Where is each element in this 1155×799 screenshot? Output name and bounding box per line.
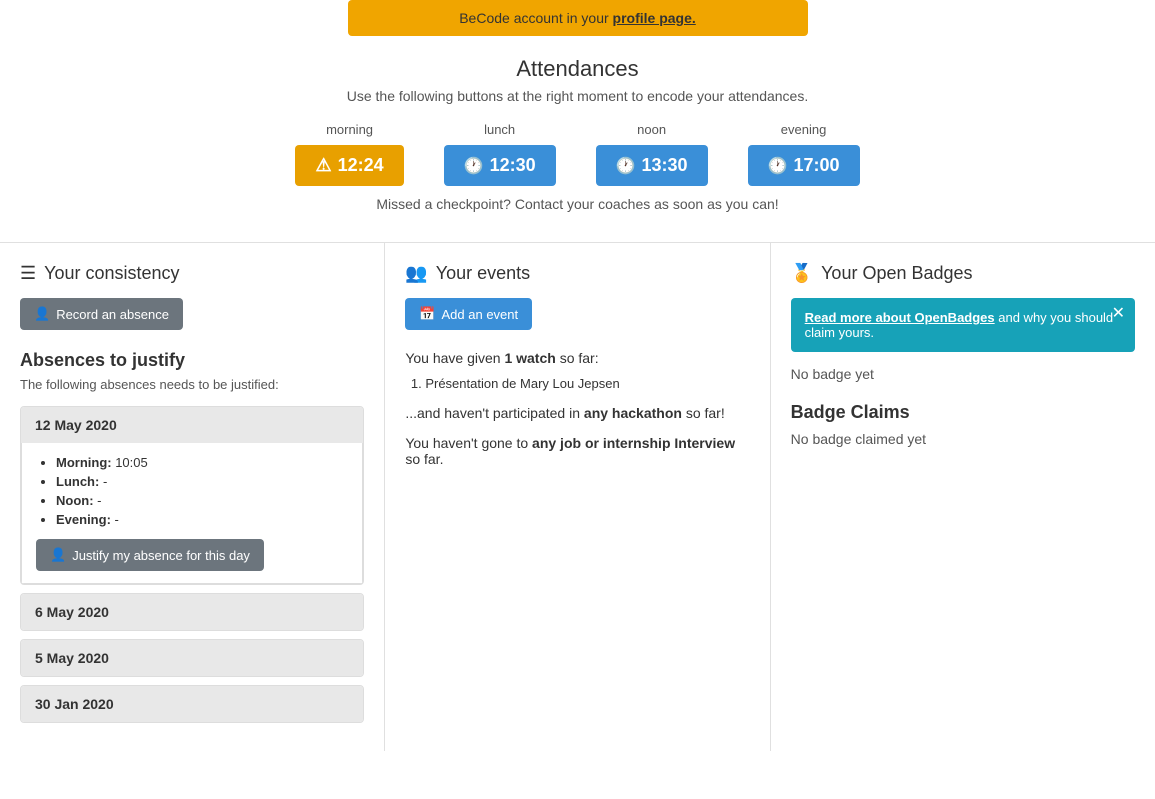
absence-date-30jan: 30 Jan 2020 bbox=[21, 686, 363, 722]
absence-card-6may: 6 May 2020 bbox=[20, 593, 364, 631]
open-badges-column: Your Open Badges Read more about OpenBad… bbox=[771, 243, 1155, 751]
badge-icon bbox=[791, 263, 813, 284]
absence-detail-12may: Morning: 10:05 Lunch: - Noon: - Evening:… bbox=[21, 443, 363, 584]
absence-card-30jan: 30 Jan 2020 bbox=[20, 685, 364, 723]
profile-link[interactable]: profile page. bbox=[613, 10, 696, 26]
absence-noon: Noon: - bbox=[56, 493, 348, 508]
banner-text: BeCode account in your bbox=[459, 10, 612, 26]
checkpoint-lunch-label: lunch bbox=[484, 122, 515, 137]
absence-date-5may: 5 May 2020 bbox=[21, 640, 363, 676]
badge-alert-box: Read more about OpenBadges and why you s… bbox=[791, 298, 1135, 352]
openbadges-link[interactable]: Read more about OpenBadges bbox=[805, 310, 995, 325]
missed-checkpoint-text: Missed a checkpoint? Contact your coache… bbox=[0, 196, 1155, 212]
checkpoint-evening: evening 17:00 bbox=[748, 122, 860, 186]
badge-claims-heading: Badge Claims bbox=[791, 402, 1135, 423]
absence-morning: Morning: 10:05 bbox=[56, 455, 348, 470]
consistency-column: Your consistency Record an absence Absen… bbox=[0, 243, 385, 751]
noon-button[interactable]: 13:30 bbox=[596, 145, 708, 186]
absences-heading: Absences to justify bbox=[20, 350, 364, 371]
attendances-title: Attendances bbox=[0, 56, 1155, 82]
user-icon-justify bbox=[50, 547, 66, 563]
lunch-time: 12:30 bbox=[490, 155, 536, 176]
close-alert-button[interactable]: ✕ bbox=[1112, 306, 1125, 322]
no-job-text: You haven't gone to any job or internshi… bbox=[405, 435, 749, 467]
events-heading: Your events bbox=[405, 263, 749, 284]
absence-card-12may: 12 May 2020 Morning: 10:05 Lunch: - Noon… bbox=[20, 406, 364, 585]
no-hackathon-text: ...and haven't participated in any hacka… bbox=[405, 405, 749, 421]
top-banner: BeCode account in your profile page. bbox=[348, 0, 808, 36]
consistency-heading: Your consistency bbox=[20, 263, 364, 284]
no-claimed-text: No badge claimed yet bbox=[791, 431, 1135, 447]
presentations-list: Présentation de Mary Lou Jepsen bbox=[425, 376, 749, 391]
lunch-button[interactable]: 12:30 bbox=[444, 145, 556, 186]
clock-icon-noon bbox=[616, 155, 636, 176]
checkpoint-noon-label: noon bbox=[637, 122, 666, 137]
open-badges-heading: Your Open Badges bbox=[791, 263, 1135, 284]
absence-date-6may: 6 May 2020 bbox=[21, 594, 363, 630]
list-icon bbox=[20, 263, 36, 284]
warning-icon bbox=[315, 155, 331, 176]
attendances-description: Use the following buttons at the right m… bbox=[0, 88, 1155, 104]
absence-date-12may: 12 May 2020 bbox=[21, 407, 363, 443]
presentation-item: Présentation de Mary Lou Jepsen bbox=[425, 376, 749, 391]
group-icon bbox=[405, 263, 427, 284]
noon-time: 13:30 bbox=[642, 155, 688, 176]
absence-lunch: Lunch: - bbox=[56, 474, 348, 489]
justify-absence-button[interactable]: Justify my absence for this day bbox=[36, 539, 264, 571]
three-columns: Your consistency Record an absence Absen… bbox=[0, 242, 1155, 751]
job-emphasis: any job or internship Interview bbox=[532, 435, 735, 451]
attendances-section: Attendances Use the following buttons at… bbox=[0, 56, 1155, 212]
checkpoint-evening-label: evening bbox=[781, 122, 827, 137]
absence-card-5may: 5 May 2020 bbox=[20, 639, 364, 677]
watch-text: You have given 1 watch so far: bbox=[405, 350, 749, 366]
watch-count: 1 watch bbox=[504, 350, 555, 366]
absence-evening: Evening: - bbox=[56, 512, 348, 527]
events-content: You have given 1 watch so far: Présentat… bbox=[405, 350, 749, 467]
clock-icon-lunch bbox=[464, 155, 484, 176]
evening-time: 17:00 bbox=[794, 155, 840, 176]
clock-icon-evening bbox=[768, 155, 788, 176]
user-icon-record bbox=[34, 306, 50, 322]
hackathon-emphasis: any hackathon bbox=[584, 405, 682, 421]
checkpoint-lunch: lunch 12:30 bbox=[444, 122, 556, 186]
morning-button[interactable]: 12:24 bbox=[295, 145, 403, 186]
morning-time: 12:24 bbox=[338, 155, 384, 176]
absence-entries: Morning: 10:05 Lunch: - Noon: - Evening:… bbox=[36, 455, 348, 527]
checkpoint-morning: morning 12:24 bbox=[295, 122, 403, 186]
no-badge-text: No badge yet bbox=[791, 366, 1135, 382]
checkpoints-row: morning 12:24 lunch 12:30 noon 13:30 eve… bbox=[0, 122, 1155, 186]
calendar-icon bbox=[419, 306, 435, 322]
add-event-button[interactable]: Add an event bbox=[405, 298, 532, 330]
checkpoint-noon: noon 13:30 bbox=[596, 122, 708, 186]
events-column: Your events Add an event You have given … bbox=[385, 243, 770, 751]
absences-section: Absences to justify The following absenc… bbox=[20, 350, 364, 723]
checkpoint-morning-label: morning bbox=[326, 122, 373, 137]
absences-sub: The following absences needs to be justi… bbox=[20, 377, 364, 392]
record-absence-button[interactable]: Record an absence bbox=[20, 298, 183, 330]
evening-button[interactable]: 17:00 bbox=[748, 145, 860, 186]
